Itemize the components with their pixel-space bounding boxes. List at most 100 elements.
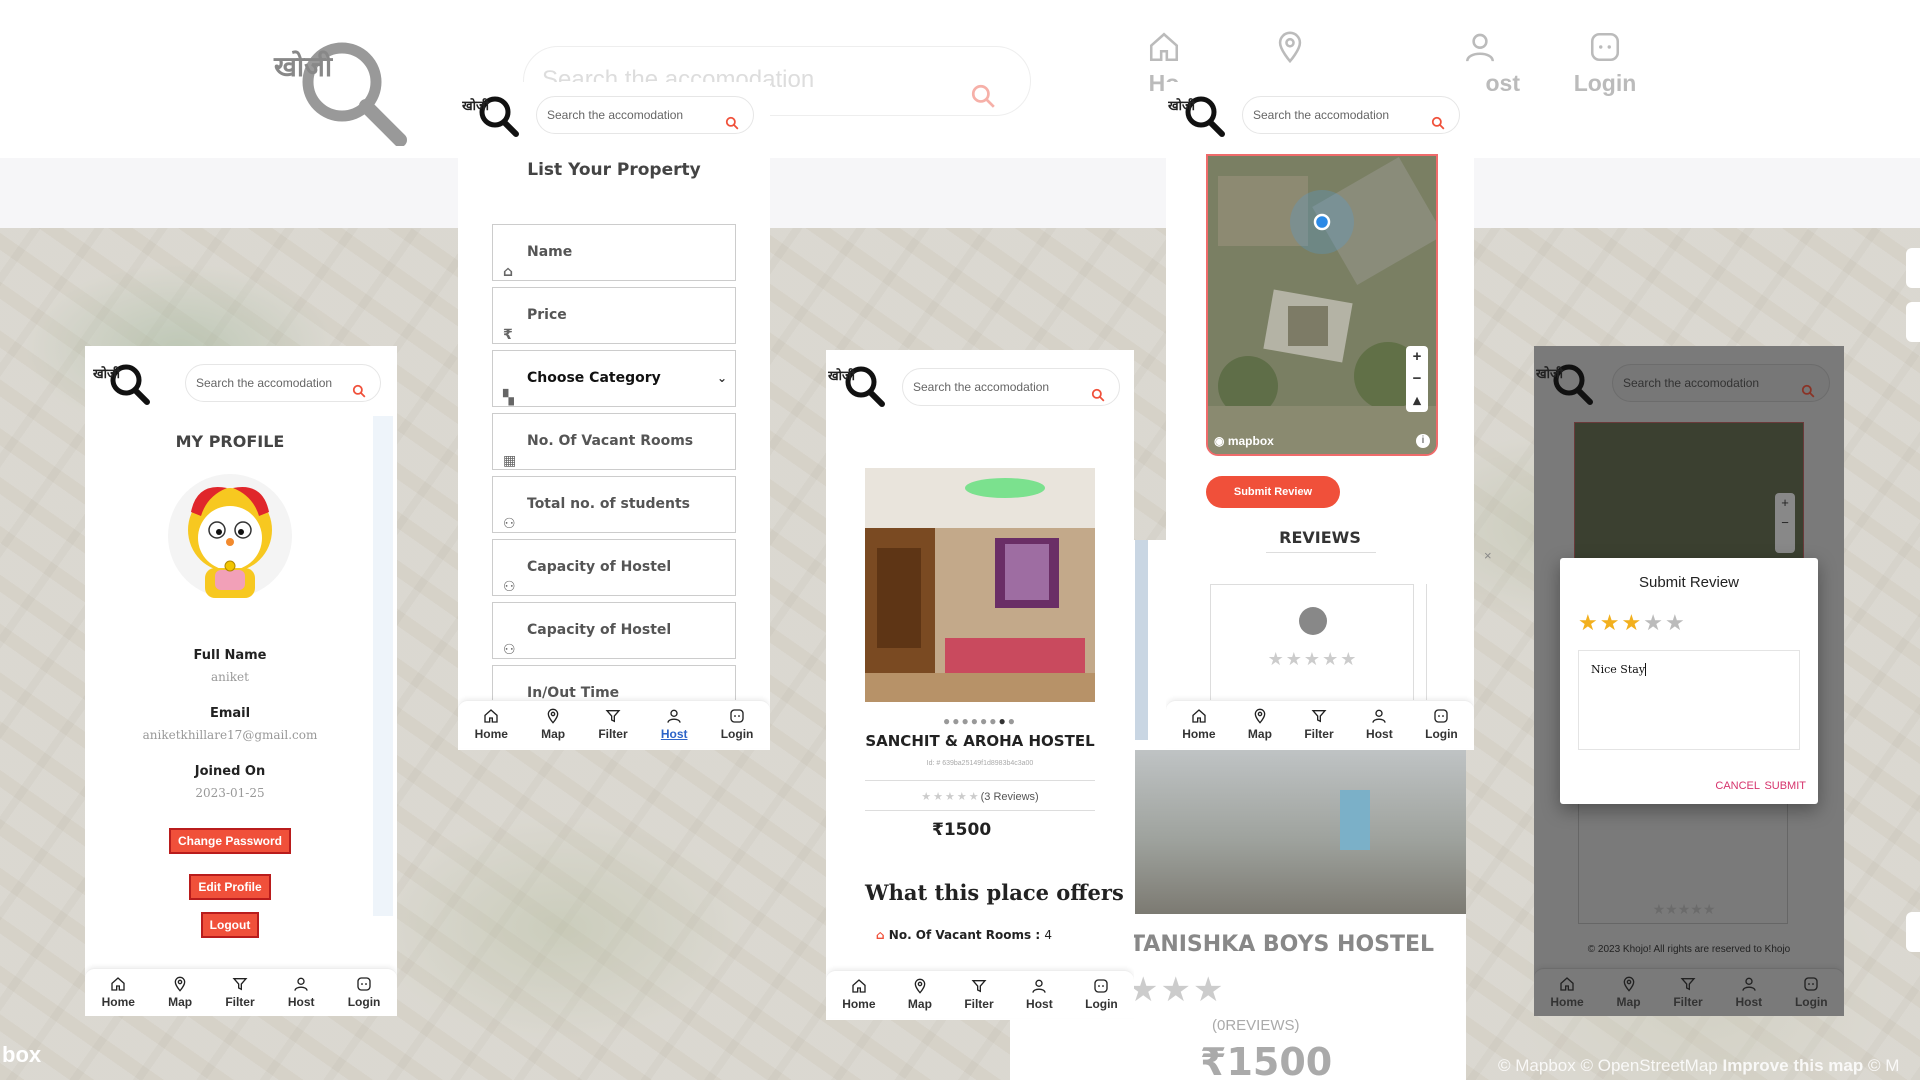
app-logo[interactable]: खोजी <box>461 94 526 143</box>
home-icon <box>1560 977 1574 991</box>
nav-filter[interactable]: Filter <box>1304 701 1334 748</box>
satellite-map[interactable]: + − <box>1574 422 1804 572</box>
home-icon <box>852 979 866 993</box>
hostel-photo[interactable] <box>865 468 1095 702</box>
review-card: ★★★★★ <box>1578 796 1788 924</box>
nav-map[interactable]: Map <box>1617 969 1641 1016</box>
search-input[interactable]: Search the accomodation <box>1612 364 1830 402</box>
nav-host[interactable]: Host <box>1366 701 1393 748</box>
map-edge-control[interactable] <box>1906 912 1920 952</box>
zoom-in-button[interactable]: + <box>1406 346 1428 368</box>
satellite-map[interactable]: + − ▴ ◉ mapbox i <box>1206 154 1438 456</box>
svg-text:खोजी: खोजी <box>828 368 856 384</box>
nav-label: Host <box>1735 995 1763 1009</box>
user-icon <box>667 709 681 723</box>
zoom-out-button[interactable]: − <box>1406 368 1428 390</box>
nav-host[interactable]: Host <box>1735 969 1762 1016</box>
filter-icon <box>605 710 621 723</box>
background-nav-map[interactable] <box>1250 30 1330 70</box>
star-3-icon[interactable]: ★ <box>1621 610 1643 635</box>
review-card: ★★★★★ <box>1210 584 1414 704</box>
star-1-icon[interactable]: ★ <box>1578 610 1600 635</box>
nav-label: Login <box>1085 997 1118 1011</box>
edit-profile-button[interactable]: Edit Profile <box>189 874 271 900</box>
submit-review-button[interactable]: Submit Review <box>1206 476 1340 508</box>
nav-home[interactable]: Home <box>475 701 508 748</box>
login-icon <box>1094 979 1109 993</box>
map-pin-icon <box>1278 31 1302 64</box>
bottom-nav: Home Map Filter Host Login <box>458 700 770 748</box>
nav-filter[interactable]: Filter <box>964 971 994 1018</box>
nav-host[interactable]: Host <box>288 969 315 1016</box>
star-2-icon[interactable]: ★ <box>1600 610 1622 635</box>
search-input[interactable]: Search the accomodation <box>536 96 754 134</box>
submit-button[interactable]: SUBMIT <box>1764 780 1806 792</box>
nav-home[interactable]: Home <box>1550 969 1584 1016</box>
cancel-button[interactable]: CANCEL <box>1715 780 1760 792</box>
nav-login[interactable]: Login <box>1795 969 1828 1016</box>
compass-icon[interactable]: ▴ <box>1406 390 1428 412</box>
price-field[interactable]: ₹ Price <box>492 287 736 344</box>
app-logo[interactable]: खोजी <box>92 362 157 411</box>
rating-input[interactable]: ★★★★★ <box>1578 610 1687 636</box>
star-4-icon[interactable]: ★ <box>1643 610 1665 635</box>
nav-home[interactable]: Home <box>842 971 876 1018</box>
nav-label: Host <box>287 995 315 1009</box>
nav-label: Home <box>842 997 876 1011</box>
search-input[interactable]: Search the accomodation <box>902 368 1120 406</box>
nav-home[interactable]: Home <box>1182 701 1216 748</box>
background-nav-login[interactable]: Login <box>1565 30 1645 97</box>
nav-filter[interactable]: Filter <box>225 969 255 1016</box>
info-icon[interactable]: i <box>1416 434 1430 448</box>
bottom-nav: Home Map Filter Host Login <box>826 970 1134 1018</box>
submit-review-dialog: Submit Review ★★★★★ Nice Stay CANCEL SUB… <box>1560 558 1818 804</box>
change-password-button[interactable]: Change Password <box>168 828 292 854</box>
app-logo[interactable]: खोजी <box>1167 94 1232 143</box>
hostel-id: Id: # 639ba25149f1d8983b4c3a00 <box>926 760 1034 767</box>
home-icon <box>484 709 498 723</box>
capacity-field[interactable]: ⚇ Capacity of Hostel <box>492 539 736 596</box>
vacant-rooms-field[interactable]: ▦ No. Of Vacant Rooms <box>492 413 736 470</box>
hostel-title: TANISHKA BOYS HOSTEL <box>1130 932 1435 957</box>
nav-host[interactable]: Host <box>661 701 688 748</box>
app-logo[interactable]: खोजी <box>1535 362 1600 411</box>
map-edge-control[interactable] <box>1906 248 1920 288</box>
nav-filter[interactable]: Filter <box>598 701 628 748</box>
nav-login[interactable]: Login <box>1085 971 1118 1018</box>
nav-label: Host <box>1026 997 1053 1011</box>
category-select[interactable]: ▚ Choose Category ⌄ <box>492 350 736 407</box>
nav-map[interactable]: Map <box>1248 701 1272 748</box>
filter-icon <box>1680 978 1696 991</box>
carousel-dots[interactable]: ●●●●●●●● <box>826 714 1134 728</box>
nav-filter[interactable]: Filter <box>1673 969 1703 1016</box>
zoom-in-button[interactable]: + <box>1775 493 1795 513</box>
nav-home[interactable]: Home <box>102 969 135 1016</box>
nav-map[interactable]: Map <box>541 701 565 748</box>
search-icon <box>970 69 996 135</box>
map-attribution: © Mapbox © OpenStreetMap Improve this ma… <box>1498 1056 1900 1075</box>
nav-login[interactable]: Login <box>721 701 753 748</box>
search-input[interactable]: Search the accomodation <box>185 364 381 402</box>
nav-map[interactable]: Map <box>168 969 192 1016</box>
nav-login[interactable]: Login <box>1425 701 1458 748</box>
nav-label: Home <box>474 727 508 741</box>
avatar[interactable] <box>167 472 293 619</box>
login-icon <box>357 977 371 991</box>
capacity-field[interactable]: ⚇ Capacity of Hostel <box>492 602 736 659</box>
footer-text: © 2023 Khojo! All rights are reserved to… <box>1587 944 1791 955</box>
review-comment-textarea[interactable]: Nice Stay <box>1578 650 1800 750</box>
avatar <box>1299 607 1327 635</box>
nav-host[interactable]: Host <box>1026 971 1053 1018</box>
map-edge-control[interactable] <box>1906 302 1920 342</box>
zoom-out-button[interactable]: − <box>1775 513 1795 533</box>
search-input[interactable]: Search the accomodation <box>1242 96 1460 134</box>
app-logo[interactable]: खोजी <box>827 364 892 413</box>
name-field[interactable]: ⌂ Name <box>492 224 736 281</box>
close-icon[interactable]: × <box>1484 548 1492 563</box>
star-5-icon[interactable]: ★ <box>1665 610 1687 635</box>
nav-login[interactable]: Login <box>348 969 380 1016</box>
nav-map[interactable]: Map <box>908 971 932 1018</box>
map-pin-icon <box>1254 708 1266 724</box>
logout-button[interactable]: Logout <box>200 912 260 938</box>
total-students-field[interactable]: ⚇ Total no. of students <box>492 476 736 533</box>
